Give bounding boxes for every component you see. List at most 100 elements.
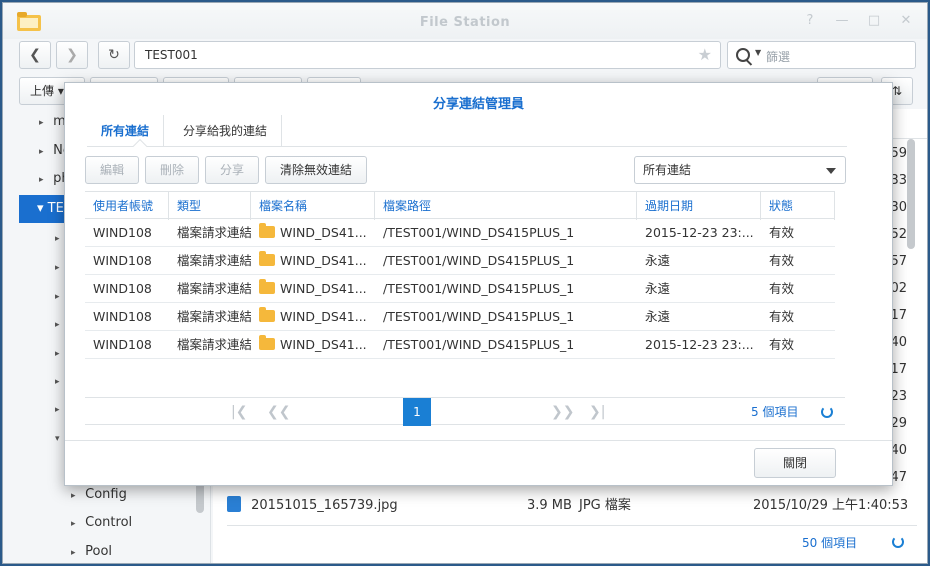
share-button[interactable]: 分享 [205, 156, 259, 184]
table-row[interactable]: WIND108 檔案請求連結 WIND_DS41... /TEST001/WIND_D… [85, 331, 835, 359]
cell-expiry: 2015-12-23 23:... [645, 337, 754, 352]
col-user[interactable]: 使用者帳號 [85, 192, 169, 220]
table-row[interactable]: WIND108 檔案請求連結 WIND_DS41... /TEST001/WIND_D… [85, 275, 835, 303]
tab-bar: 所有連結 分享給我的連結 [87, 115, 847, 154]
help-icon[interactable]: ? [803, 13, 817, 28]
cell-type: 檔案請求連結 [177, 309, 251, 324]
cell-user: WIND108 [93, 253, 152, 268]
folder-icon [259, 307, 275, 322]
chevron-right-icon: ▸ [71, 491, 76, 501]
cell-type: 檔案請求連結 [177, 281, 251, 296]
next-page-icon[interactable]: ❯❯ [551, 398, 574, 426]
col-type[interactable]: 類型 [169, 192, 251, 220]
close-icon[interactable]: ✕ [899, 13, 913, 28]
chevron-left-icon: ❮ [29, 47, 41, 63]
cell-path: /TEST001/WIND_DS415PLUS_1 [383, 309, 575, 324]
pager-item-count: 5 個項目 [751, 405, 799, 419]
col-status[interactable]: 狀態 [761, 192, 835, 220]
refresh-icon[interactable] [821, 406, 833, 418]
folder-icon [259, 223, 275, 238]
table-row[interactable]: WIND108 檔案請求連結 WIND_DS41... /TEST001/WIND_D… [85, 247, 835, 275]
share-link-manager-dialog: 分享連結管理員 所有連結 分享給我的連結 編輯 刪除 分享 清除無效連結 所有連… [64, 82, 893, 486]
cell-path: /TEST001/WIND_DS415PLUS_1 [383, 253, 575, 268]
chevron-right-icon: ▸ [39, 118, 44, 128]
item-count: 50 個項目 [802, 536, 858, 550]
chevron-right-icon: ▸ [39, 147, 44, 157]
cell-user: WIND108 [93, 309, 152, 324]
file-size: 3.9 MB [527, 498, 572, 513]
cell-expiry: 永遠 [645, 281, 671, 296]
file-row[interactable]: 20151015_165739.jpg 3.9 MB JPG 檔案 2015/1… [227, 493, 917, 519]
chevron-right-icon: ❯ [66, 47, 78, 63]
cell-status: 有效 [769, 253, 795, 268]
back-button[interactable]: ❮ [19, 41, 51, 69]
file-list-footer: 50 個項目 [227, 525, 917, 557]
caret-down-icon: ▼ [755, 48, 762, 57]
forward-button[interactable]: ❯ [56, 41, 88, 69]
links-grid: 使用者帳號 類型 檔案名稱 檔案路徑 過期日期 狀態 WIND108 檔案請求連結… [85, 191, 835, 359]
maximize-icon[interactable]: □ [867, 13, 881, 28]
last-page-icon[interactable]: ❯| [589, 398, 605, 426]
edit-button[interactable]: 編輯 [85, 156, 139, 184]
first-page-icon[interactable]: |❮ [231, 398, 247, 426]
link-filter-value: 所有連結 [643, 163, 692, 177]
filter-input[interactable]: ▼ 篩選 [727, 41, 916, 69]
sort-icon: ⇅ [891, 84, 903, 98]
clear-invalid-links-button[interactable]: 清除無效連結 [265, 156, 367, 184]
cell-type: 檔案請求連結 [177, 225, 251, 240]
cell-type: 檔案請求連結 [177, 253, 251, 268]
path-text: TEST001 [145, 48, 198, 62]
prev-page-icon[interactable]: ❮❮ [267, 398, 290, 426]
cell-status: 有效 [769, 337, 795, 352]
chevron-right-icon: ▸ [39, 175, 44, 185]
refresh-icon: ↻ [108, 47, 120, 63]
refresh-button[interactable]: ↻ [98, 41, 130, 69]
window-title: File Station [419, 15, 511, 30]
current-page[interactable]: 1 [403, 398, 431, 426]
minimize-icon[interactable]: — [835, 13, 849, 28]
file-name: 20151015_165739.jpg [251, 498, 398, 513]
folder-icon [259, 279, 275, 294]
cell-name: WIND_DS41... [251, 219, 375, 247]
delete-button[interactable]: 刪除 [145, 156, 199, 184]
cell-user: WIND108 [93, 281, 152, 296]
grid-header: 使用者帳號 類型 檔案名稱 檔案路徑 過期日期 狀態 [85, 191, 835, 220]
cell-type: 檔案請求連結 [177, 337, 251, 352]
tab-all-links[interactable]: 所有連結 [87, 115, 165, 147]
cell-path: /TEST001/WIND_DS415PLUS_1 [383, 281, 575, 296]
title-bar: File Station ? — □ ✕ [3, 3, 927, 39]
refresh-icon[interactable] [892, 536, 904, 548]
filter-placeholder: 篩選 [766, 50, 791, 64]
image-file-icon [227, 496, 241, 512]
search-icon [736, 48, 750, 62]
cell-name: WIND_DS41... [251, 331, 375, 359]
dialog-title: 分享連結管理員 [432, 97, 524, 112]
cell-name: WIND_DS41... [251, 247, 375, 275]
table-row[interactable]: WIND108 檔案請求連結 WIND_DS41... /TEST001/WIND_D… [85, 303, 835, 331]
col-expiry[interactable]: 過期日期 [637, 192, 761, 220]
path-bar[interactable]: TEST001 ★ [134, 41, 721, 69]
pager: |❮ ❮❮ 1 ❯❯ ❯| 5 個項目 [85, 397, 845, 426]
star-icon[interactable]: ★ [698, 42, 712, 68]
folder-icon [259, 335, 275, 350]
cell-status: 有效 [769, 309, 795, 324]
chevron-right-icon: ▸ [71, 519, 76, 529]
link-filter-select[interactable]: 所有連結 [634, 156, 846, 184]
caret-down-icon [826, 168, 836, 174]
tab-shared-with-me[interactable]: 分享給我的連結 [169, 115, 283, 147]
close-button[interactable]: 關閉 [754, 448, 836, 478]
cell-status: 有效 [769, 281, 795, 296]
cell-path: /TEST001/WIND_DS415PLUS_1 [383, 225, 575, 240]
tree-item-pool[interactable]: ▸ Pool [71, 541, 112, 563]
col-filename[interactable]: 檔案名稱 [251, 192, 375, 220]
dialog-footer-divider [65, 440, 892, 441]
cell-user: WIND108 [93, 337, 152, 352]
col-path[interactable]: 檔案路徑 [375, 192, 637, 220]
table-row[interactable]: WIND108 檔案請求連結 WIND_DS41... /TEST001/WIND_D… [85, 219, 835, 247]
tree-item-control[interactable]: ▸ Control [71, 512, 132, 534]
folder-icon [259, 251, 275, 266]
tree-item-config[interactable]: ▸ Config [71, 484, 127, 506]
file-list-scrollbar[interactable] [907, 139, 915, 249]
chevron-right-icon: ▸ [71, 548, 76, 558]
file-date: 2015/10/29 上午1:40:53 [753, 498, 909, 513]
